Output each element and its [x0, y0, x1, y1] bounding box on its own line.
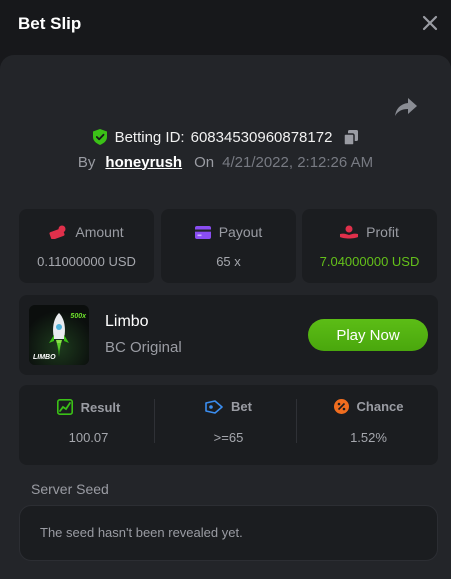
amount-card: Amount 0.11000000 USD [19, 209, 154, 283]
username-link[interactable]: honeyrush [105, 154, 182, 171]
game-thumbnail[interactable]: 500x LIMBO [29, 305, 89, 365]
result-label: Result [80, 399, 121, 415]
close-icon[interactable] [421, 14, 439, 32]
chance-label: Chance [356, 399, 404, 414]
page-title: Bet Slip [18, 14, 82, 33]
shield-check-icon [92, 129, 107, 145]
bet-date: 4/21/2022, 2:12:26 AM [222, 153, 374, 171]
betting-id-label: Betting ID: [114, 128, 185, 146]
server-seed-label: Server Seed [31, 481, 109, 497]
bet-column: Bet >=65 [159, 385, 298, 465]
divider [154, 399, 155, 443]
game-name: Limbo [105, 313, 149, 330]
chance-column: Chance 1.52% [299, 385, 438, 465]
bet-value: >=65 [213, 430, 244, 445]
betting-id-row: Betting ID: 6083453096087817​2 [0, 126, 451, 148]
payout-value: 65 x [216, 254, 241, 269]
amount-value: 0.11000000 USD [37, 254, 136, 269]
thumb-badge: 500x [70, 313, 86, 320]
by-label: By [77, 153, 96, 171]
share-icon[interactable] [394, 96, 418, 118]
betting-id-value: 6083453096087817​2 [190, 128, 333, 146]
payout-card: Payout 65 x [161, 209, 296, 283]
divider [296, 399, 297, 443]
result-value: 100.07 [68, 430, 109, 445]
card-icon [194, 225, 211, 239]
thumb-logo-text: LIMBO [33, 354, 56, 361]
chance-value: 1.52% [350, 430, 387, 445]
ticket-icon [205, 399, 223, 414]
coin-icon [49, 225, 66, 239]
server-seed-text: The seed hasn't been revealed yet. [40, 525, 243, 540]
game-subtitle: BC Original [105, 339, 182, 356]
result-column: Result 100.07 [19, 385, 158, 465]
author-row: By honeyrush On 4/21/2022, 2:12:26 AM [0, 151, 451, 173]
on-label: On [194, 153, 215, 171]
server-seed-box[interactable]: The seed hasn't been revealed yet. [19, 505, 438, 561]
bet-label: Bet [231, 399, 252, 414]
hand-coin-icon [340, 225, 359, 239]
header: Bet Slip [0, 0, 451, 50]
profit-label: Profit [366, 224, 399, 240]
amount-label: Amount [75, 224, 124, 240]
payout-label: Payout [218, 224, 263, 240]
result-card: Result 100.07 Bet >=65 Chance 1.52% [19, 385, 438, 465]
play-now-button[interactable]: Play Now [308, 319, 428, 351]
profit-value: 7.04000000 USD [319, 254, 420, 269]
percent-icon [333, 399, 349, 414]
copy-icon[interactable] [344, 129, 359, 145]
chart-icon [56, 399, 73, 415]
profit-card: Profit 7.04000000 USD [302, 209, 437, 283]
game-card: 500x LIMBO Limbo BC Original Play Now [19, 295, 438, 375]
